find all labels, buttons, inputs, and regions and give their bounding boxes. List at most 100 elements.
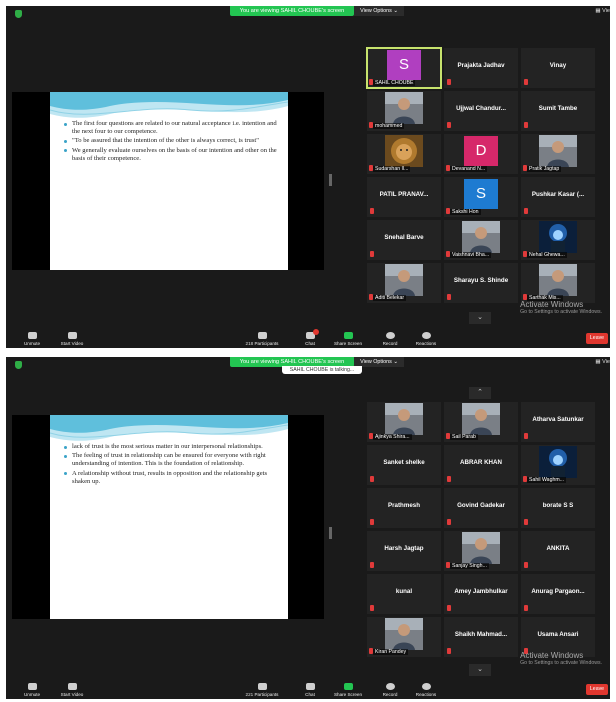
participant-tile[interactable]: ANKITA xyxy=(521,531,595,571)
view-options-button[interactable]: View Options ⌄ xyxy=(354,6,404,16)
activate-title: Activate Windows xyxy=(520,651,584,660)
participant-name: Govind Gadekar xyxy=(457,502,505,509)
microphone-muted-icon xyxy=(447,79,451,85)
participants-button[interactable]: 218 Participants xyxy=(244,332,280,346)
microphone-muted-icon xyxy=(524,562,528,568)
participant-avatar: D xyxy=(464,136,498,166)
participant-tile[interactable]: Vaishnavi Bha... xyxy=(444,220,518,260)
participant-name: Vinay xyxy=(549,62,567,69)
participant-tile[interactable]: kunal xyxy=(367,574,441,614)
shared-screen: The first four questions are related to … xyxy=(12,92,324,270)
record-button[interactable]: Record xyxy=(372,332,408,346)
participant-tile[interactable]: ABRAR KHAN xyxy=(444,445,518,485)
share-screen-label: Share Screen xyxy=(333,341,363,346)
participant-tile[interactable]: Kiran Pandey xyxy=(367,617,441,657)
participant-tile[interactable]: Amey Jambhulkar xyxy=(444,574,518,614)
scroll-down-button[interactable]: ⌄ xyxy=(469,664,491,676)
split-resize-handle[interactable] xyxy=(329,174,332,186)
participant-tile[interactable]: Vinay xyxy=(521,48,595,88)
share-screen-button[interactable]: Share Screen xyxy=(330,683,366,697)
participant-tile[interactable]: Sanjay Singh... xyxy=(444,531,518,571)
chevron-up-icon: ⌃ xyxy=(477,389,483,396)
share-screen-button[interactable]: Share Screen xyxy=(330,332,366,346)
reactions-button[interactable]: Reactions xyxy=(408,332,444,346)
microphone-muted-icon xyxy=(27,332,37,339)
participant-tile[interactable]: Sarthak Mis... xyxy=(521,263,595,303)
start-video-button[interactable]: Start Video xyxy=(54,683,90,697)
participant-label: mohammed xyxy=(373,123,405,129)
record-label: Record xyxy=(382,341,398,346)
participants-label: Participants xyxy=(254,341,279,346)
glow-icon xyxy=(539,221,577,253)
participant-label: Sudarshan Il... xyxy=(373,166,411,172)
chat-icon xyxy=(305,683,315,690)
share-screen-label: Share Screen xyxy=(333,692,363,697)
security-shield-icon[interactable] xyxy=(15,361,22,369)
presentation-slide: lack of trust is the most serious matter… xyxy=(50,415,288,619)
participant-tile[interactable]: Prajakta Jadhav xyxy=(444,48,518,88)
participants-icon xyxy=(257,683,267,690)
participant-name: Harsh Jagtap xyxy=(384,545,424,552)
participant-tile[interactable]: Sahil Waghm... xyxy=(521,445,595,485)
participant-tile[interactable]: Pratik Jagtap xyxy=(521,134,595,174)
participant-tile[interactable]: Govind Gadekar xyxy=(444,488,518,528)
unmute-button[interactable]: Unmute xyxy=(14,683,50,697)
participant-name: PATIL PRANAV... xyxy=(379,191,429,198)
microphone-muted-icon xyxy=(447,605,451,611)
slide-bullet: lack of trust is the most serious matter… xyxy=(64,443,278,451)
participant-tile[interactable]: PATIL PRANAV... xyxy=(367,177,441,217)
participants-button[interactable]: 221 Participants xyxy=(244,683,280,697)
record-button[interactable]: Record xyxy=(372,683,408,697)
unmute-label: Unmute xyxy=(23,692,41,697)
microphone-muted-icon xyxy=(447,648,451,654)
participant-label: SAHIL CHOUBE xyxy=(373,80,416,86)
participant-tile[interactable]: Aditi Belekar xyxy=(367,263,441,303)
participant-label: Sakshi Hon xyxy=(450,209,481,215)
participant-tile[interactable]: Anurag Pargaon... xyxy=(521,574,595,614)
participant-tile[interactable]: Pushkar Kasar (... xyxy=(521,177,595,217)
participant-tile[interactable]: Sudarshan Il... xyxy=(367,134,441,174)
microphone-muted-icon xyxy=(524,605,528,611)
participant-tile[interactable]: Ajinkya Shira... xyxy=(367,402,441,442)
participant-tile[interactable]: S Sakshi Hon xyxy=(444,177,518,217)
participant-tile[interactable]: Prathmesh xyxy=(367,488,441,528)
participant-tile[interactable]: Sharayu S. Shinde xyxy=(444,263,518,303)
meeting-toolbar: Unmute Start Video 218 Participants Chat… xyxy=(6,326,610,348)
participants-count: 221 xyxy=(245,692,254,697)
participant-name: borate S S xyxy=(542,502,574,509)
screen-share-banner: You are viewing SAHIL CHOUBE's screen xyxy=(230,6,354,16)
participant-tile[interactable]: Ujjwal Chandur... xyxy=(444,91,518,131)
security-shield-icon[interactable] xyxy=(15,10,22,18)
leave-button[interactable]: Leave xyxy=(586,684,608,695)
participant-tile[interactable]: D Devanand N... xyxy=(444,134,518,174)
unmute-button[interactable]: Unmute xyxy=(14,332,50,346)
start-video-button[interactable]: Start Video xyxy=(54,332,90,346)
participant-tile[interactable]: Sanket shelke xyxy=(367,445,441,485)
scroll-up-button[interactable]: ⌃ xyxy=(469,387,491,399)
leave-button[interactable]: Leave xyxy=(586,333,608,344)
person-icon xyxy=(385,264,423,296)
participant-tile[interactable]: Nehal Ghewa... xyxy=(521,220,595,260)
participant-label: Ajinkya Shira... xyxy=(373,434,412,440)
chat-label: Chat xyxy=(305,341,315,346)
participant-tile[interactable]: Harsh Jagtap xyxy=(367,531,441,571)
participant-tile[interactable]: Sail Parab xyxy=(444,402,518,442)
participant-tile[interactable]: Atharva Satunkar xyxy=(521,402,595,442)
participant-tile[interactable]: Snehal Barve xyxy=(367,220,441,260)
participant-name: Usama Ansari xyxy=(537,631,579,638)
scroll-down-button[interactable]: ⌄ xyxy=(469,312,491,324)
reactions-button[interactable]: Reactions xyxy=(408,683,444,697)
person-icon xyxy=(462,532,500,564)
participant-tile[interactable]: S SAHIL CHOUBE xyxy=(366,47,442,89)
chat-button[interactable]: Chat xyxy=(292,683,328,697)
participant-name: Ujjwal Chandur... xyxy=(456,105,506,112)
split-resize-handle[interactable] xyxy=(329,527,332,539)
participant-tile[interactable]: borate S S xyxy=(521,488,595,528)
view-button[interactable]: ▦ Vie xyxy=(595,359,610,365)
participant-tile[interactable]: mohammed xyxy=(367,91,441,131)
participant-name: Anurag Pargaon... xyxy=(531,588,585,595)
chat-button[interactable]: Chat xyxy=(292,329,328,346)
view-button[interactable]: ▦ Vie xyxy=(595,8,610,14)
participant-tile[interactable]: Sumit Tambe xyxy=(521,91,595,131)
participant-tile[interactable]: Shaikh Mahmad... xyxy=(444,617,518,657)
